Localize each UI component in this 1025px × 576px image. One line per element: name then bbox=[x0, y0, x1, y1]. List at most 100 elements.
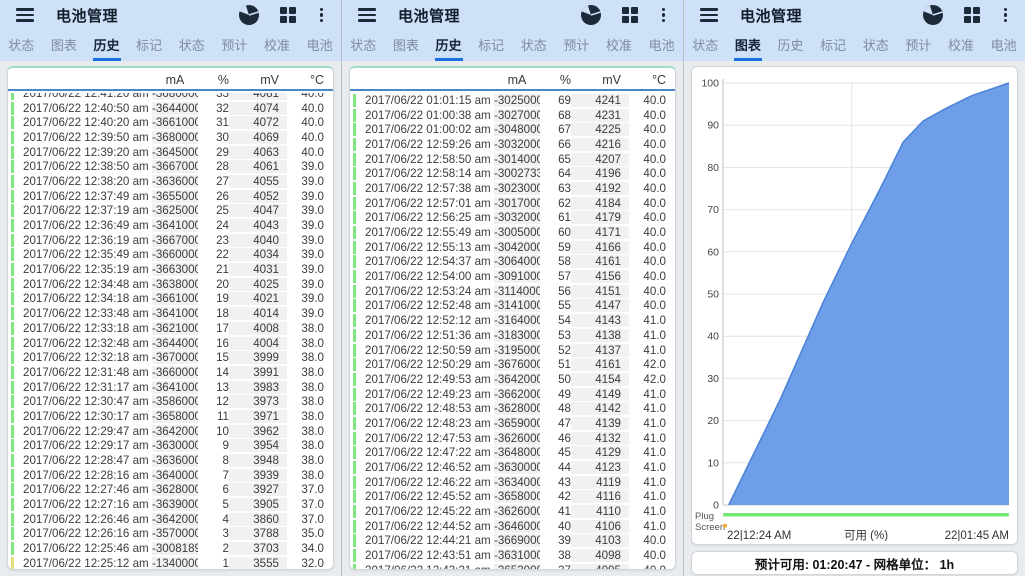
screen-history-1: 电池管理 状态图表历史标记状态预计校准电池 mA % mV °C 2017/06… bbox=[0, 0, 341, 576]
col-header-pct: % bbox=[198, 73, 229, 87]
tab-校准-6[interactable]: 校准 bbox=[598, 30, 641, 61]
history-row: 2017/06/22 12:58:50 am-301400065420740.0 bbox=[350, 152, 675, 167]
tab-标记-3[interactable]: 标记 bbox=[470, 30, 513, 61]
tab-状态-0[interactable]: 状态 bbox=[342, 30, 385, 61]
history-row: 2017/06/22 12:40:20 am-366100031407240.0 bbox=[8, 115, 333, 130]
tab-bar: 状态图表历史标记状态预计校准电池 bbox=[342, 30, 683, 61]
history-row: 2017/06/22 12:49:23 am-366200049414941.0 bbox=[350, 387, 675, 402]
grid-icon[interactable] bbox=[280, 7, 296, 23]
table-header-row: mA % mV °C bbox=[350, 68, 675, 91]
y-tick-label: 10 bbox=[707, 457, 719, 469]
history-row: 2017/06/22 12:45:22 am-362600041411041.0 bbox=[350, 504, 675, 519]
pie-chart-icon[interactable] bbox=[580, 4, 602, 26]
col-header-mv: mV bbox=[571, 73, 629, 87]
pie-chart-icon[interactable] bbox=[238, 4, 260, 26]
history-row: 2017/06/22 12:51:36 am-318300053413841.0 bbox=[350, 328, 675, 343]
history-row: 2017/06/22 12:52:12 am-316400054414341.0 bbox=[350, 313, 675, 328]
overflow-menu-icon[interactable] bbox=[1000, 7, 1011, 24]
history-row: 2017/06/22 12:44:52 am-364600040410641.0 bbox=[350, 519, 675, 534]
history-row: 2017/06/22 12:52:48 am-314100055414740.0 bbox=[350, 299, 675, 314]
history-row: 2017/06/22 12:26:46 am-36420004386037.0 bbox=[8, 512, 333, 527]
history-row: 2017/06/22 12:50:59 am-319500052413741.0 bbox=[350, 343, 675, 358]
history-row: 2017/06/22 12:25:46 am-30081892370334.0 bbox=[8, 541, 333, 556]
tab-bar: 状态图表历史标记状态预计校准电池 bbox=[684, 30, 1025, 61]
estimate-info-bar: 预计可用: 01:20:47 - 网格单位： 1h bbox=[691, 551, 1018, 575]
tab-图表-1[interactable]: 图表 bbox=[727, 30, 770, 61]
tab-电池-7[interactable]: 电池 bbox=[982, 30, 1025, 61]
screen-timeline-tick bbox=[723, 524, 727, 528]
history-row: 2017/06/22 12:46:52 am-363000044412341.0 bbox=[350, 460, 675, 475]
page-title: 电池管理 bbox=[56, 5, 118, 26]
history-row: 2017/06/22 12:37:19 am-362500025404739.0 bbox=[8, 204, 333, 219]
tab-预计-5[interactable]: 预计 bbox=[555, 30, 598, 61]
history-row: 2017/06/22 12:39:20 am-364500029406340.0 bbox=[8, 145, 333, 160]
menu-icon[interactable] bbox=[700, 8, 718, 22]
tab-状态-4[interactable]: 状态 bbox=[855, 30, 898, 61]
y-tick-label: 80 bbox=[707, 162, 719, 174]
tab-预计-5[interactable]: 预计 bbox=[897, 30, 940, 61]
battery-history-table: mA % mV °C 2017/06/22 12:41:20 am-368000… bbox=[7, 66, 334, 570]
table-scroll-area[interactable]: 2017/06/22 12:41:20 am-368000033408140.0… bbox=[8, 93, 333, 569]
tab-历史-2[interactable]: 历史 bbox=[85, 30, 128, 61]
page-title: 电池管理 bbox=[740, 5, 802, 26]
history-row: 2017/06/22 12:39:50 am-368000030406940.0 bbox=[8, 130, 333, 145]
history-row: 2017/06/22 12:25:12 am-13400001355532.0 bbox=[8, 556, 333, 569]
grid-icon[interactable] bbox=[964, 7, 980, 23]
tab-历史-2[interactable]: 历史 bbox=[769, 30, 812, 61]
grid-icon[interactable] bbox=[622, 7, 638, 23]
tab-标记-3[interactable]: 标记 bbox=[812, 30, 855, 61]
menu-icon[interactable] bbox=[358, 8, 376, 22]
history-row: 2017/06/22 12:53:24 am-311400056415140.0 bbox=[350, 284, 675, 299]
col-header-mv: mV bbox=[229, 73, 287, 87]
tab-预计-5[interactable]: 预计 bbox=[213, 30, 256, 61]
tab-状态-4[interactable]: 状态 bbox=[171, 30, 214, 61]
history-row: 2017/06/22 12:36:49 am-364100024404339.0 bbox=[8, 218, 333, 233]
history-row: 2017/06/22 12:41:20 am-368000033408140.0 bbox=[8, 93, 333, 101]
tab-校准-6[interactable]: 校准 bbox=[940, 30, 983, 61]
history-row: 2017/06/22 12:28:16 am-36400007393938.0 bbox=[8, 468, 333, 483]
tab-历史-2[interactable]: 历史 bbox=[427, 30, 470, 61]
history-row: 2017/06/22 12:37:49 am-365500026405239.0 bbox=[8, 189, 333, 204]
history-row: 2017/06/22 12:31:48 am-366000014399138.0 bbox=[8, 365, 333, 380]
battery-level-chart[interactable]: 0102030405060708090100PlugScreen22|12:24… bbox=[691, 66, 1018, 545]
history-row: 2017/06/22 12:43:51 am-363100038409840.0 bbox=[350, 548, 675, 563]
history-row: 2017/06/22 12:59:26 am-303200066421640.0 bbox=[350, 137, 675, 152]
page-title: 电池管理 bbox=[398, 5, 460, 26]
tab-bar: 状态图表历史标记状态预计校准电池 bbox=[0, 30, 341, 61]
history-row: 2017/06/22 12:48:23 am-365900047413941.0 bbox=[350, 416, 675, 431]
history-row: 2017/06/22 12:44:21 am-366900039410340.0 bbox=[350, 534, 675, 549]
tab-图表-1[interactable]: 图表 bbox=[385, 30, 428, 61]
overflow-menu-icon[interactable] bbox=[316, 7, 327, 24]
plug-timeline-bar bbox=[723, 513, 1009, 517]
overflow-menu-icon[interactable] bbox=[658, 7, 669, 24]
history-row: 2017/06/22 12:56:25 am-303200061417940.0 bbox=[350, 211, 675, 226]
tab-状态-0[interactable]: 状态 bbox=[0, 30, 43, 61]
tab-电池-7[interactable]: 电池 bbox=[640, 30, 683, 61]
history-row: 2017/06/22 12:29:47 am-364200010396238.0 bbox=[8, 424, 333, 439]
history-row: 2017/06/22 12:54:37 am-306400058416140.0 bbox=[350, 255, 675, 270]
history-row: 2017/06/22 01:00:02 am-304800067422540.0 bbox=[350, 122, 675, 137]
estimate-text: 预计可用: 01:20:47 - 网格单位： 1h bbox=[755, 554, 954, 573]
history-content: mA % mV °C 2017/06/22 12:41:20 am-368000… bbox=[0, 61, 341, 576]
tab-校准-6[interactable]: 校准 bbox=[256, 30, 299, 61]
tab-状态-0[interactable]: 状态 bbox=[684, 30, 727, 61]
table-scroll-area[interactable]: 2017/06/22 01:01:15 am-302500069424140.0… bbox=[350, 93, 675, 569]
history-row: 2017/06/22 12:57:01 am-301700062418440.0 bbox=[350, 196, 675, 211]
tab-状态-4[interactable]: 状态 bbox=[513, 30, 556, 61]
y-tick-label: 40 bbox=[707, 331, 719, 343]
history-row: 2017/06/22 12:54:00 am-309100057415640.0 bbox=[350, 269, 675, 284]
x-axis-end-label: 22|01:45 AM bbox=[945, 530, 1009, 541]
history-row: 2017/06/22 12:27:16 am-36390005390537.0 bbox=[8, 497, 333, 512]
history-row: 2017/06/22 12:32:48 am-364400016400438.0 bbox=[8, 336, 333, 351]
history-row: 2017/06/22 12:38:50 am-366700028406139.0 bbox=[8, 159, 333, 174]
pie-chart-icon[interactable] bbox=[922, 4, 944, 26]
app-bar: 电池管理 bbox=[0, 0, 341, 30]
history-row: 2017/06/22 12:57:38 am-302300063419240.0 bbox=[350, 181, 675, 196]
menu-icon[interactable] bbox=[16, 8, 34, 22]
col-header-temp: °C bbox=[629, 73, 673, 87]
tab-电池-7[interactable]: 电池 bbox=[298, 30, 341, 61]
tab-图表-1[interactable]: 图表 bbox=[43, 30, 86, 61]
y-tick-label: 60 bbox=[707, 246, 719, 258]
tab-标记-3[interactable]: 标记 bbox=[128, 30, 171, 61]
history-row: 2017/06/22 12:45:52 am-365800042411641.0 bbox=[350, 490, 675, 505]
